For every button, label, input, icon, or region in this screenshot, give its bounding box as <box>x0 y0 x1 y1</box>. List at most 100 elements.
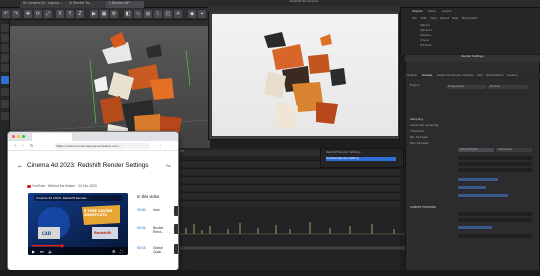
generator-icon[interactable]: ◍ <box>144 10 152 18</box>
c4d-tab-layout[interactable]: UI Camera 04 - Layout ... <box>20 1 66 8</box>
workplane-icon[interactable] <box>1 112 9 120</box>
video-player[interactable]: Cinema 4d 2023: Redshift Render... 5 TIM… <box>28 193 128 255</box>
tab-objects[interactable]: Objects <box>412 10 428 14</box>
timeline-track[interactable] <box>180 168 400 175</box>
timeline-track[interactable] <box>180 176 400 183</box>
live-select-icon[interactable] <box>1 34 9 42</box>
render-settings-icon[interactable]: ⚙ <box>110 10 118 18</box>
menu-tags[interactable]: Tags <box>452 17 461 21</box>
status-bar <box>0 270 540 276</box>
rs-bucket-dropdown[interactable]: Bucket <box>488 85 528 89</box>
chapter-thumbnail[interactable] <box>174 206 178 216</box>
light-icon[interactable]: ☀ <box>174 10 182 18</box>
rs-tab-globals[interactable]: Globals <box>422 74 436 78</box>
menu-edit[interactable]: Edit <box>421 17 429 21</box>
chapter-label[interactable]: Global Quali... <box>153 246 171 254</box>
rs-progressive-dropdown[interactable]: Progressive <box>446 85 486 89</box>
move-icon[interactable]: ✥ <box>24 10 32 18</box>
timeline-track[interactable] <box>180 192 400 199</box>
chapter-label[interactable]: Intro <box>153 208 160 212</box>
polygons-mode-icon[interactable] <box>1 64 9 72</box>
extensions-icon[interactable]: ⋮ <box>158 143 162 149</box>
tab-layers[interactable]: Layers <box>442 10 456 14</box>
points-mode-icon[interactable] <box>1 44 9 52</box>
next-icon[interactable]: ⏭ <box>40 249 44 254</box>
fullscreen-icon[interactable]: ⛶ <box>120 249 123 254</box>
cube-icon[interactable]: ◧ <box>124 10 132 18</box>
settings-icon[interactable]: ⚙ <box>112 249 116 254</box>
reload-icon[interactable]: ↻ <box>30 143 33 149</box>
rs-tab-system[interactable]: System <box>507 74 521 78</box>
chapter-thumbnail[interactable] <box>174 244 178 254</box>
zoom-window-icon[interactable] <box>22 135 25 138</box>
rs-field[interactable] <box>458 212 532 216</box>
chapter-thumbnail[interactable] <box>174 224 178 234</box>
c4d-tab-render[interactable]: Ui Render Fo... <box>66 1 106 8</box>
camera-icon[interactable]: ◰ <box>164 10 172 18</box>
axis-y-icon[interactable]: Y <box>66 10 74 18</box>
browser-tab-active[interactable] <box>32 133 72 141</box>
chapter-label[interactable]: Bucket Rend... <box>153 226 171 234</box>
page-back-icon[interactable]: ← <box>18 164 22 170</box>
rotate-icon[interactable]: ⟳ <box>34 10 42 18</box>
menu-object[interactable]: Object <box>440 17 451 21</box>
render-view-toolbar[interactable] <box>208 6 400 12</box>
select-tool-icon[interactable] <box>1 24 9 32</box>
render-setting-item[interactable]: Redshift Render Settings <box>326 151 396 155</box>
viewport-menu-bar[interactable] <box>10 20 210 26</box>
chapter-time[interactable]: 00:15 <box>137 246 146 250</box>
redo-icon[interactable]: ↷ <box>12 10 20 18</box>
undo-icon[interactable]: ↶ <box>2 10 10 18</box>
rs-tab-aov[interactable]: AOV <box>477 74 485 78</box>
rs-tab-caustics[interactable]: Caustics <box>462 74 476 78</box>
c4d-tab-active[interactable]: 2 Render v8* <box>106 1 144 8</box>
tab-takes[interactable]: Takes <box>428 10 442 14</box>
rs-field[interactable] <box>458 218 532 222</box>
rs-automatic-dropdown[interactable]: Automatic <box>496 148 532 152</box>
menu-view[interactable]: View <box>430 17 439 21</box>
rs-slider[interactable] <box>458 226 492 229</box>
menu-bookmarks[interactable]: Bookmarks <box>462 17 480 21</box>
play-icon[interactable]: ▶ <box>32 249 35 254</box>
rs-slider[interactable] <box>458 186 486 189</box>
edges-mode-icon[interactable] <box>1 54 9 62</box>
rs-field[interactable] <box>458 162 532 166</box>
volume-icon[interactable]: 🔈 <box>48 249 53 254</box>
close-window-icon[interactable] <box>12 135 15 138</box>
rs-field[interactable] <box>458 234 532 238</box>
minimize-window-icon[interactable] <box>17 135 20 138</box>
rs-tab-output[interactable]: Output <box>407 74 421 78</box>
texture-mode-icon[interactable] <box>1 88 9 96</box>
rs-field[interactable] <box>458 156 532 160</box>
render-output-canvas[interactable] <box>212 14 398 136</box>
forward-icon[interactable]: › <box>22 143 24 149</box>
render-icon[interactable]: ▶ <box>90 10 98 18</box>
timeline-track[interactable] <box>180 200 400 207</box>
deformer-icon[interactable]: ⌇ <box>154 10 162 18</box>
chapter-time[interactable]: 00:04 <box>137 226 146 230</box>
render-setting-item-selected[interactable]: Untitled Render Setting <box>326 157 396 161</box>
rs-stone-bright-dropdown[interactable]: Stone Bright <box>458 148 494 152</box>
axis-x-icon[interactable]: X <box>56 10 64 18</box>
rs-field[interactable] <box>458 168 532 172</box>
rs-slider[interactable] <box>458 178 498 181</box>
chapter-time[interactable]: 00:00 <box>137 208 146 212</box>
timeline-track[interactable] <box>180 184 400 191</box>
axis-z-icon[interactable]: Z <box>76 10 84 18</box>
rs-slider[interactable] <box>458 194 508 197</box>
rs-tab-optimization[interactable]: Optimization <box>486 74 506 78</box>
model-mode-icon[interactable] <box>1 76 9 84</box>
browser-window: ‹ › ↻ https://maxonrender.wpenginepowere… <box>7 131 179 271</box>
spline-icon[interactable]: ∿ <box>134 10 142 18</box>
render-view-icon[interactable]: ▣ <box>100 10 108 18</box>
redshift-icon[interactable]: ◆ <box>188 10 196 18</box>
rs-max-samples-label: Max Samples <box>410 142 429 145</box>
menu-file[interactable]: File <box>412 17 420 21</box>
scale-icon[interactable]: ⤢ <box>44 10 52 18</box>
object-row[interactable]: Fracture <box>420 44 480 49</box>
snap-icon[interactable]: ⌖ <box>198 10 206 18</box>
rs-tab-gi[interactable]: Global Illumination <box>437 74 461 78</box>
back-icon[interactable]: ‹ <box>14 143 16 149</box>
snapping-icon[interactable] <box>1 100 9 108</box>
url-field[interactable]: https://maxonrender.wpenginepowered.com/… <box>54 143 150 149</box>
